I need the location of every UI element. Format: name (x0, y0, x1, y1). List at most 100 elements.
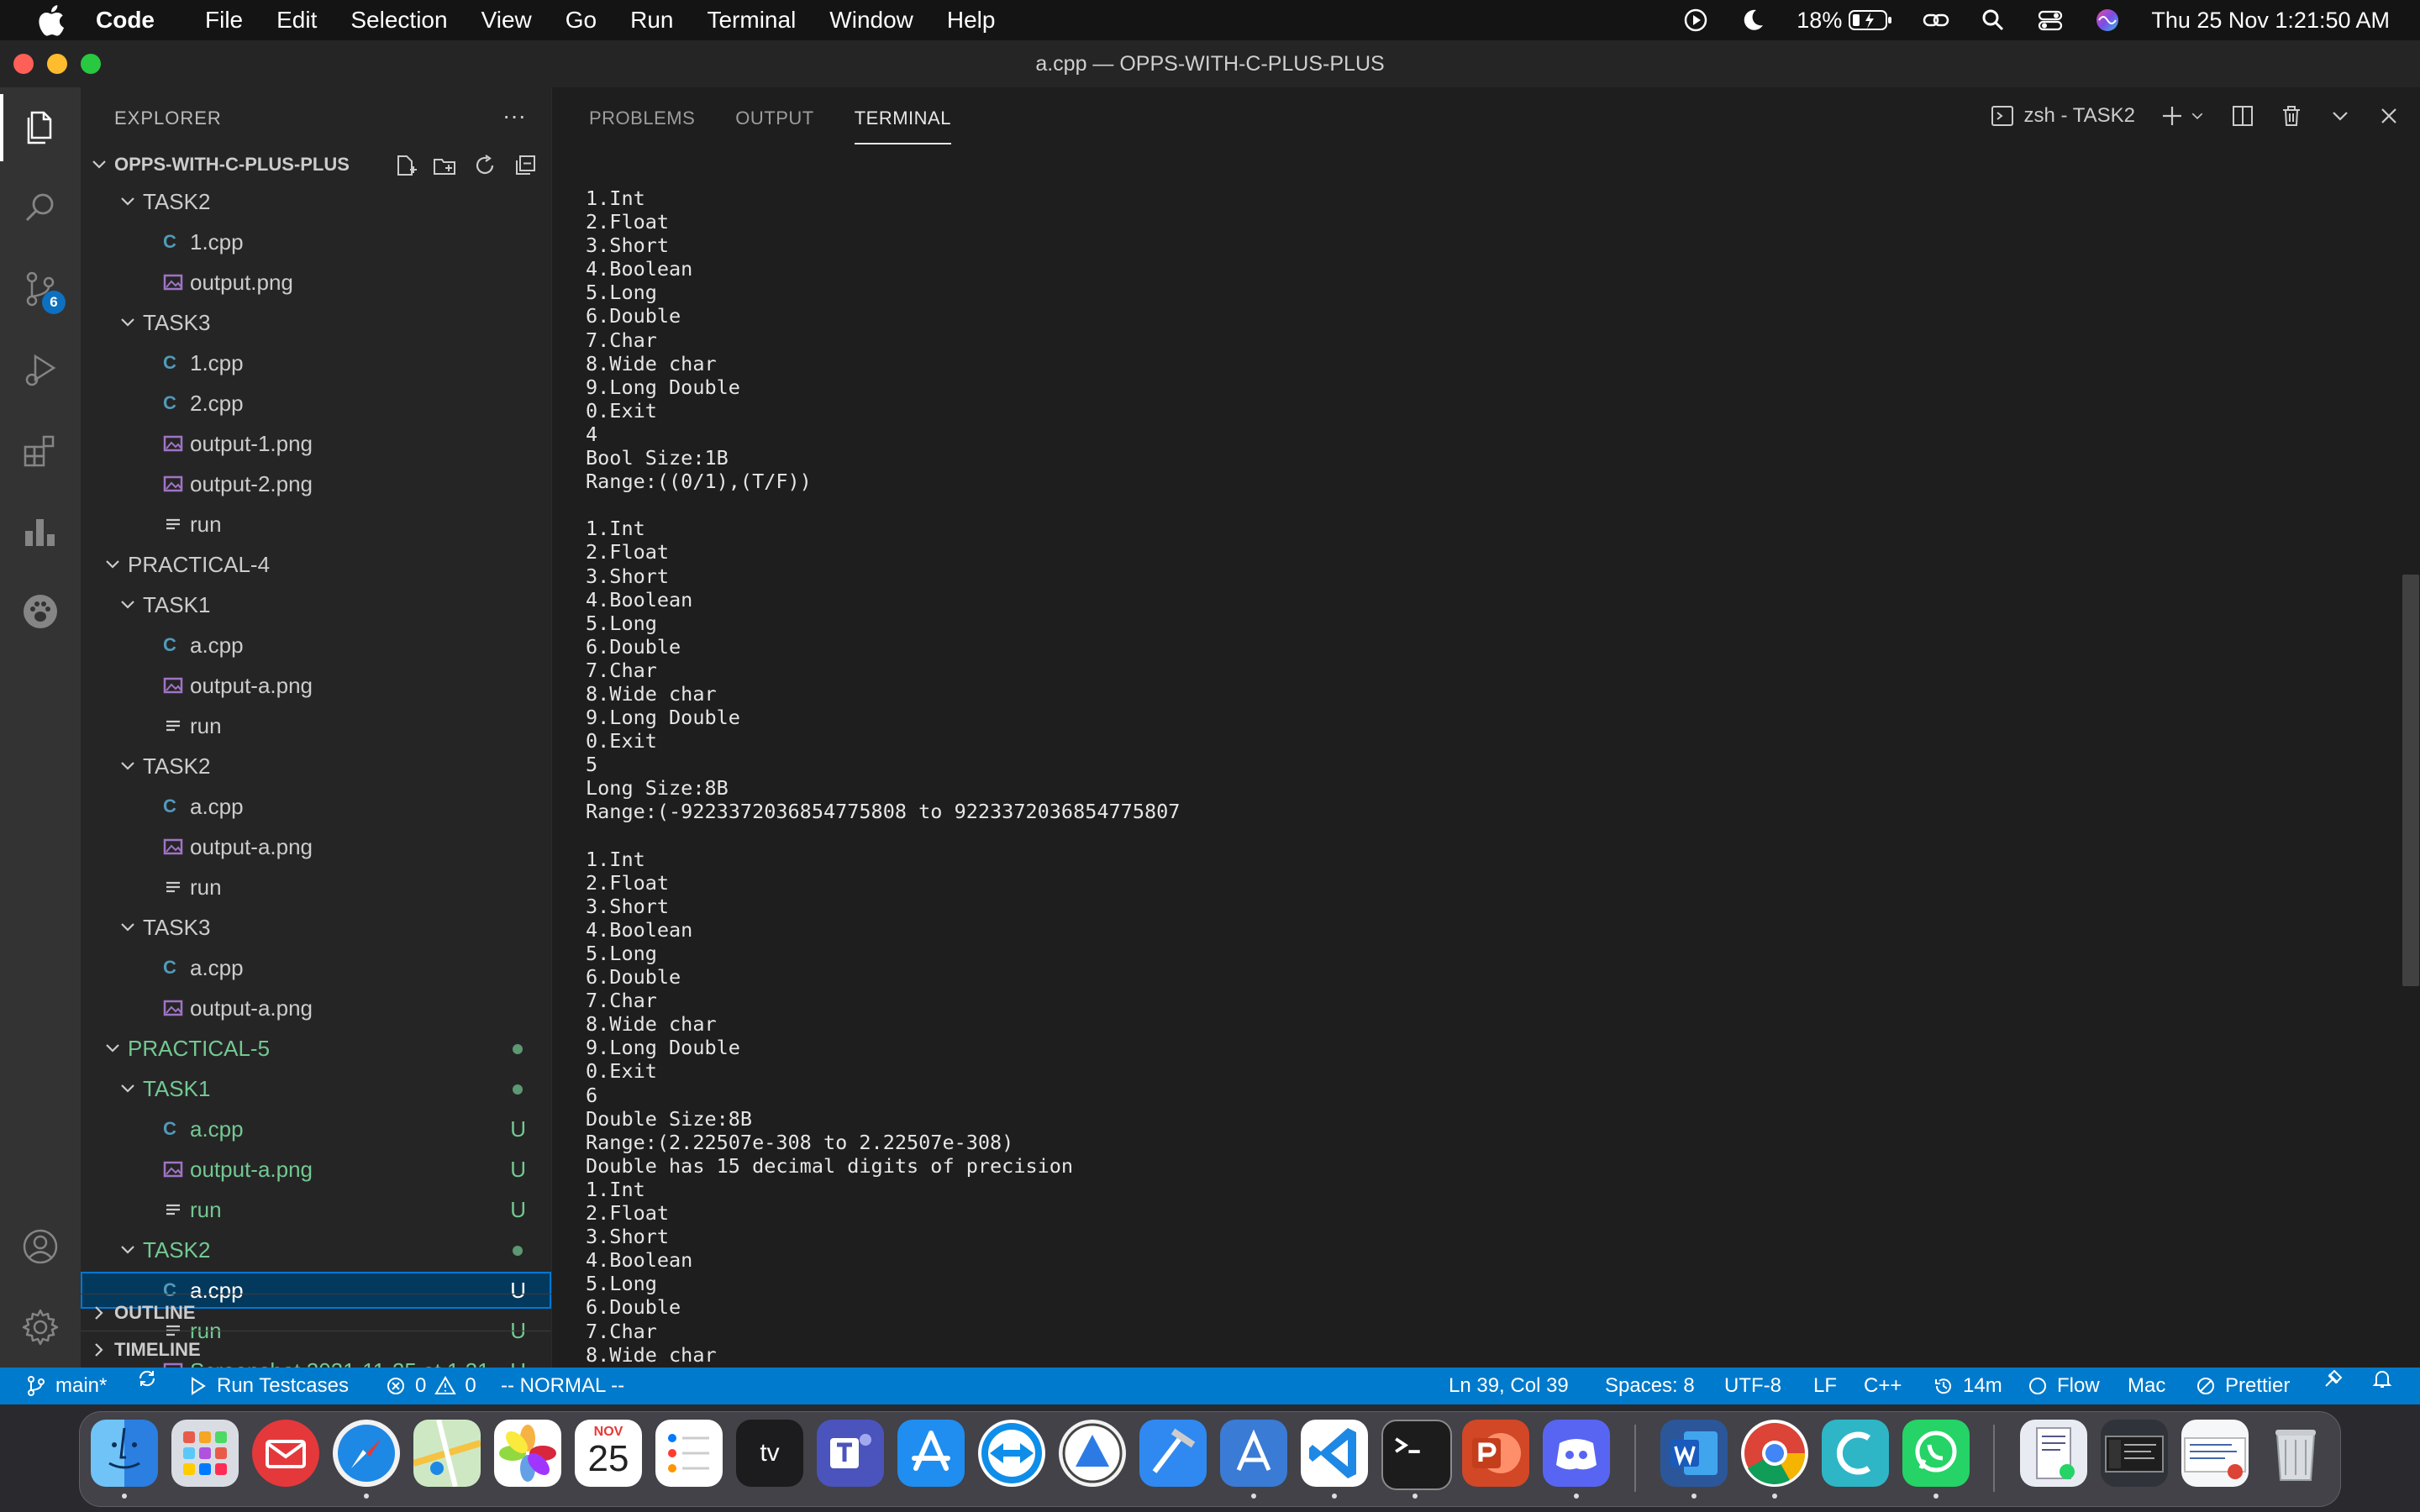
apple-tv-dock-icon[interactable]: tv (736, 1420, 803, 1487)
prettier-status[interactable]: Prettier (2195, 1368, 2290, 1404)
outline-section[interactable]: OUTLINE (81, 1294, 551, 1331)
calendar-dock-icon[interactable]: NOV 25 (575, 1420, 642, 1487)
word-dock-icon[interactable] (1660, 1420, 1728, 1487)
file-row[interactable]: output-a.png (81, 990, 551, 1026)
extensions-activity-button[interactable] (20, 430, 60, 470)
terminal-selector[interactable]: zsh - TASK2 (1991, 104, 2135, 128)
file-row[interactable]: Ca.cpp (81, 949, 551, 986)
folder-row[interactable]: TASK2 (81, 1231, 551, 1268)
feedback-button[interactable] (2323, 1368, 2344, 1389)
powerpoint-dock-icon[interactable] (1462, 1420, 1529, 1487)
file-row[interactable]: output-a.png (81, 667, 551, 704)
reminders-dock-icon[interactable] (655, 1420, 723, 1487)
trash-dock-icon[interactable] (2262, 1420, 2329, 1487)
folder-row[interactable]: PRACTICAL-5 (81, 1030, 551, 1067)
file-row[interactable]: output-a.png (81, 828, 551, 865)
windows-stack-dock-icon[interactable] (2101, 1420, 2168, 1487)
manage-activity-button[interactable] (20, 1307, 60, 1347)
cursor-app-dock-icon[interactable] (1822, 1420, 1889, 1487)
new-file-icon[interactable] (392, 153, 417, 178)
file-row[interactable]: Ca.cpp U (81, 1110, 551, 1147)
collapse-all-icon[interactable] (513, 153, 538, 178)
apple-logo-icon[interactable] (35, 3, 66, 37)
indentation-status[interactable]: Spaces: 8 (1605, 1368, 1695, 1404)
safari-dock-icon[interactable] (333, 1420, 400, 1487)
file-row[interactable]: Ca.cpp (81, 788, 551, 825)
menu-go[interactable]: Go (566, 7, 597, 34)
maximize-panel-icon[interactable] (2328, 104, 2352, 128)
source-control-activity-button[interactable]: 6 (20, 269, 66, 314)
chevron-down-icon[interactable] (2189, 108, 2206, 124)
trash-icon[interactable] (2280, 104, 2303, 128)
file-row[interactable]: run (81, 506, 551, 543)
timeline-section[interactable]: TIMELINE (81, 1331, 551, 1368)
finder-dock-icon[interactable] (91, 1420, 158, 1487)
menu-selection[interactable]: Selection (350, 7, 447, 34)
xcode-beta-dock-icon[interactable] (1220, 1420, 1287, 1487)
notifications-button[interactable] (2371, 1368, 2393, 1389)
file-row[interactable]: C 2.cpp (81, 385, 551, 422)
terminal-scrollbar[interactable] (2402, 575, 2419, 986)
menu-window[interactable]: Window (829, 7, 913, 34)
file-row[interactable]: output-a.png U (81, 1151, 551, 1188)
terminal-dock-icon[interactable] (1381, 1420, 1452, 1490)
charts-activity-button[interactable] (20, 511, 60, 551)
accounts-activity-button[interactable] (20, 1226, 60, 1267)
file-row[interactable]: Ca.cpp (81, 627, 551, 664)
paw-activity-button[interactable] (20, 591, 60, 632)
menu-run[interactable]: Run (630, 7, 673, 34)
downloads-stack-dock-icon[interactable] (2020, 1420, 2087, 1487)
split-terminal-icon[interactable] (2231, 104, 2254, 128)
workspace-root[interactable]: OPPS-WITH-C-PLUS-PLUS (81, 146, 551, 183)
photos-dock-icon[interactable] (494, 1420, 561, 1487)
terminal-output[interactable]: 1.Int 2.Float 3.Short 4.Boolean 5.Long 6.Doub… (586, 186, 1180, 1367)
file-row[interactable]: output-1.png (81, 425, 551, 462)
file-row[interactable]: run U (81, 1191, 551, 1228)
explorer-activity-button[interactable] (0, 94, 60, 161)
platform-status[interactable]: Mac (2128, 1368, 2165, 1404)
siri-icon[interactable] (2094, 7, 2121, 34)
teamviewer-dock-icon[interactable] (978, 1420, 1045, 1487)
folder-row[interactable]: TASK1 (81, 586, 551, 623)
time-tracker-status[interactable]: 14m (1933, 1368, 2002, 1404)
menu-help[interactable]: Help (947, 7, 996, 34)
tab-terminal[interactable]: TERMINAL (854, 108, 951, 144)
folder-row[interactable]: PRACTICAL-4 (81, 546, 551, 583)
git-branch-status[interactable]: main* (25, 1368, 107, 1404)
sync-button[interactable] (136, 1368, 158, 1389)
run-debug-activity-button[interactable] (20, 349, 60, 390)
close-panel-icon[interactable] (2377, 104, 2401, 128)
folder-row[interactable]: TASK3 (81, 304, 551, 341)
cursor-position[interactable]: Ln 39, Col 39 (1449, 1368, 1569, 1404)
eol-status[interactable]: LF (1813, 1368, 1837, 1404)
file-row[interactable]: output.png (81, 264, 551, 301)
menu-file[interactable]: File (205, 7, 243, 34)
clock[interactable]: Thu 25 Nov 1:21:50 AM (2151, 8, 2390, 34)
whatsapp-dock-icon[interactable] (1902, 1420, 1970, 1487)
refresh-icon[interactable] (472, 153, 497, 178)
battery-status[interactable]: 18% (1797, 8, 1892, 34)
link-icon[interactable] (1923, 7, 1949, 34)
new-folder-icon[interactable] (432, 153, 457, 178)
file-row[interactable]: run (81, 869, 551, 906)
vscode-dock-icon[interactable] (1301, 1420, 1368, 1487)
browser-stack-dock-icon[interactable] (2181, 1420, 2249, 1487)
explorer-more-actions[interactable]: ··· (502, 102, 526, 129)
app-menu[interactable]: Code (96, 7, 155, 34)
search-activity-button[interactable] (20, 188, 60, 228)
teams-dock-icon[interactable] (817, 1420, 884, 1487)
moon-icon[interactable] (1739, 7, 1766, 34)
play-circle-icon[interactable] (1682, 7, 1709, 34)
tab-output[interactable]: OUTPUT (735, 108, 813, 144)
run-testcases-button[interactable]: Run Testcases (187, 1368, 349, 1404)
tab-problems[interactable]: PROBLEMS (589, 108, 695, 144)
file-row[interactable]: C 1.cpp (81, 223, 551, 260)
spotlight-search-icon[interactable] (1980, 7, 2007, 34)
folder-row[interactable]: TASK3 (81, 909, 551, 946)
problems-status[interactable]: 0 0 (385, 1368, 476, 1404)
menu-edit[interactable]: Edit (276, 7, 317, 34)
xcode-dock-icon[interactable] (1139, 1420, 1207, 1487)
chrome-dock-icon[interactable] (1741, 1420, 1808, 1487)
file-row[interactable]: output-2.png (81, 465, 551, 502)
menu-terminal[interactable]: Terminal (707, 7, 796, 34)
